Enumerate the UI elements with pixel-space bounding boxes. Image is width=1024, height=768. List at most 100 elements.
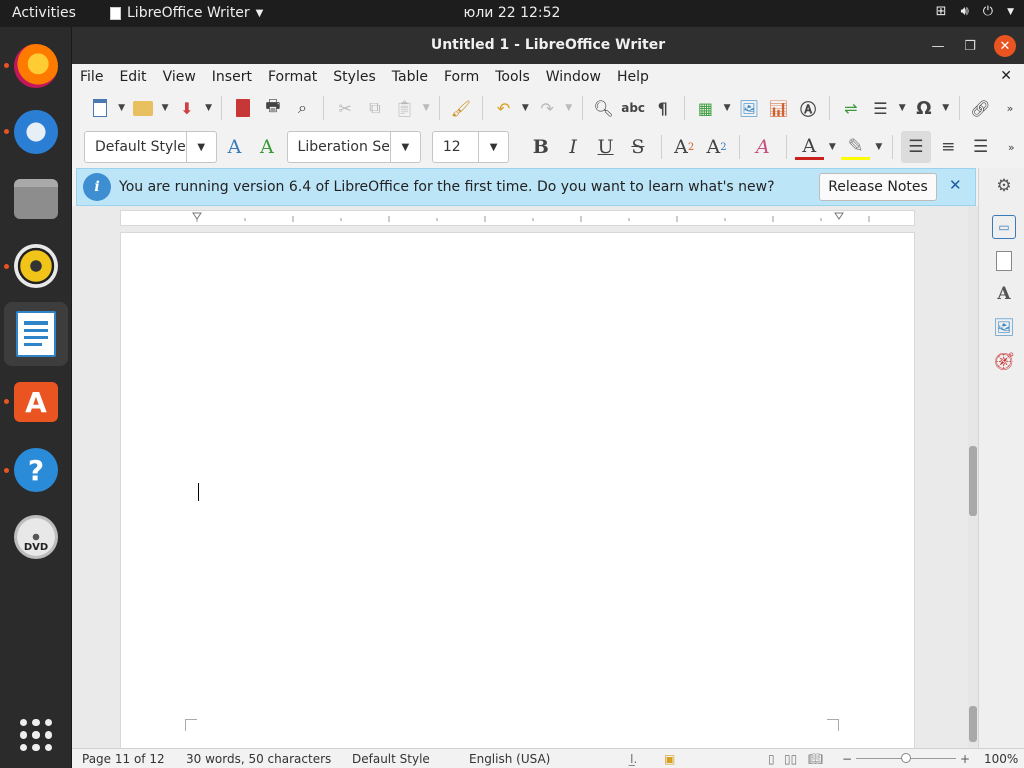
chevron-down-icon[interactable]: ▼ [420,103,432,113]
paste-icon[interactable]: 📋︎ [391,94,419,122]
redo-icon[interactable]: ↷ [533,94,561,122]
word-count[interactable]: 30 words, 50 characters [186,752,331,766]
font-name-select[interactable]: Liberation Se ▼ [286,131,421,163]
release-notes-button[interactable]: Release Notes [819,173,937,201]
close-button[interactable]: ✕ [994,35,1016,57]
system-tray[interactable]: ⊞ 🔊︎ ⏻ ▼ [936,4,1014,19]
zoom-slider-handle[interactable] [901,753,911,763]
highlighting-icon[interactable]: ✎ [840,134,871,160]
dock-libreoffice-writer[interactable] [4,302,68,366]
chevron-down-icon[interactable]: ▼ [116,103,128,113]
chevron-down-icon[interactable]: ▼ [827,142,838,152]
insert-table-icon[interactable]: ▦ [692,94,720,122]
paragraph-style-select[interactable]: Default Style ▼ [84,131,217,163]
strikethrough-icon[interactable]: S [623,131,652,163]
insert-mode-icon[interactable]: I̲. [630,752,637,766]
chevron-down-icon[interactable]: ▼ [873,142,884,152]
insert-field-icon[interactable]: ☰ [867,94,895,122]
title-bar[interactable]: Untitled 1 - LibreOffice Writer — ❐ ✕ [72,27,1024,64]
chevron-down-icon[interactable]: ▼ [519,103,531,113]
update-style-icon[interactable]: A [220,131,249,163]
insert-image-icon[interactable]: 🖼︎ [735,94,763,122]
book-view-icon[interactable]: 📖︎ [808,752,823,766]
language[interactable]: English (USA) [469,752,550,766]
menu-edit[interactable]: Edit [119,69,154,85]
chevron-down-icon[interactable]: ▼ [721,103,733,113]
formatting-marks-icon[interactable]: ¶ [649,94,677,122]
clone-formatting-icon[interactable]: 🖌︎ [447,94,475,122]
print-preview-icon[interactable]: ⌕ [289,94,317,122]
new-document-icon[interactable] [86,94,114,122]
maximize-button[interactable]: ❐ [959,35,981,57]
print-icon[interactable]: 🖶 [259,94,287,122]
horizontal-ruler[interactable] [120,210,915,226]
menu-form[interactable]: Form [444,69,487,85]
zoom-level[interactable]: 100% [984,752,1018,766]
page-style[interactable]: Default Style [352,752,430,766]
vertical-scrollbar[interactable] [968,206,978,748]
export-pdf-icon[interactable] [229,94,257,122]
dock-thunderbird[interactable] [4,100,68,164]
sidebar-settings-gear-icon[interactable]: ⚙ [992,174,1016,198]
dock-firefox[interactable] [4,34,68,98]
italic-icon[interactable]: I [558,131,587,163]
multi-page-view-icon[interactable]: ▯▯ [784,752,797,766]
special-character-icon[interactable]: Ω [910,94,938,122]
open-folder-icon[interactable] [129,94,157,122]
chevron-down-icon[interactable]: ▼ [185,132,216,162]
activities-button[interactable]: Activities [12,5,76,21]
menu-file[interactable]: File [80,69,111,85]
menu-tools[interactable]: Tools [495,69,538,85]
chevron-down-icon[interactable]: ▼ [563,103,575,113]
scrollbar-thumb[interactable] [969,706,977,742]
find-replace-icon[interactable]: 🔍︎ [590,94,618,122]
underline-icon[interactable]: U [591,131,620,163]
copy-icon[interactable]: ⧉ [361,94,389,122]
more-toolbar-icon[interactable]: » [998,133,1024,161]
scrollbar-split-thumb[interactable] [969,446,977,516]
properties-icon[interactable]: ▭ [992,215,1016,239]
subscript-icon[interactable]: A2 [702,131,731,163]
zoom-in-icon[interactable]: + [960,752,970,766]
cut-icon[interactable]: ✂ [331,94,359,122]
chevron-down-icon[interactable]: ▼ [896,103,908,113]
insert-page-break-icon[interactable]: ⇌ [837,94,865,122]
app-menu[interactable]: LibreOffice Writer ▼ [110,5,263,21]
clock[interactable]: юли 22 12:52 [464,5,561,21]
dock-files[interactable] [4,167,68,231]
align-center-icon[interactable]: ≡ [934,131,963,163]
chevron-down-icon[interactable]: ▼ [478,132,508,162]
hyperlink-icon[interactable]: 🔗︎ [967,94,995,122]
chevron-down-icon[interactable]: ▼ [940,103,952,113]
superscript-icon[interactable]: A2 [670,131,699,163]
bold-icon[interactable]: B [526,131,555,163]
gallery-icon[interactable]: 🖼︎ [992,316,1016,340]
dock-ubuntu-software[interactable]: A [4,370,68,434]
zoom-slider[interactable] [856,753,956,763]
menu-window[interactable]: Window [546,69,609,85]
document-page[interactable] [120,232,915,752]
spelling-icon[interactable]: abc [619,94,647,122]
styles-icon[interactable]: A [992,282,1016,306]
page-icon[interactable] [992,249,1016,273]
single-page-view-icon[interactable]: ▯ [768,752,775,766]
page-count[interactable]: Page 11 of 12 [82,752,165,766]
minimize-button[interactable]: — [927,35,949,57]
menu-styles[interactable]: Styles [333,69,383,85]
insert-chart-icon[interactable]: 📊︎ [765,94,793,122]
menu-format[interactable]: Format [268,69,325,85]
dock-dvd[interactable]: DVD [4,505,68,569]
menu-view[interactable]: View [163,69,204,85]
close-infobar-icon[interactable]: ✕ [949,176,962,194]
show-applications-button[interactable] [4,703,68,767]
document-modified-icon[interactable]: ▣ [664,752,675,766]
clear-formatting-icon[interactable]: A [748,131,777,163]
navigator-icon[interactable]: 🧭︎ [992,350,1016,374]
close-document-icon[interactable]: ✕ [1000,68,1012,84]
chevron-down-icon[interactable]: ▼ [203,103,215,113]
font-color-icon[interactable]: A [794,134,824,160]
dock-rhythmbox[interactable] [4,234,68,298]
insert-text-box-icon[interactable]: Ⓐ [794,94,822,122]
new-style-icon[interactable]: A [252,131,281,163]
chevron-down-icon[interactable]: ▼ [389,132,420,162]
